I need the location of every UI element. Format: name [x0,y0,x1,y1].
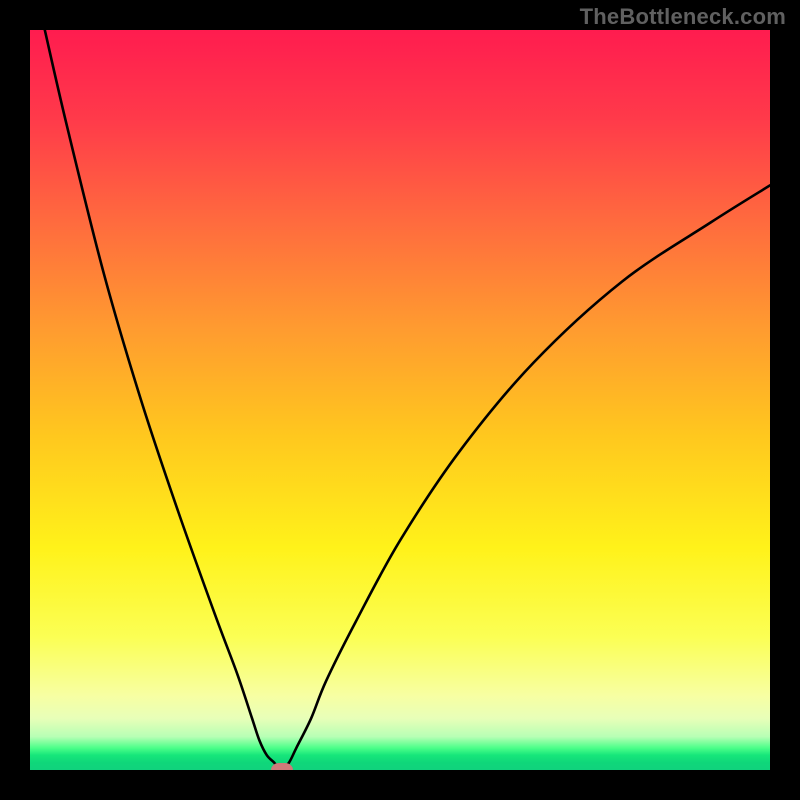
plot-area [30,30,770,770]
bottleneck-marker [271,763,293,770]
chart-frame: TheBottleneck.com [0,0,800,800]
curve-right-segment [282,185,770,770]
curve-left-segment [45,30,282,770]
bottleneck-curve [30,30,770,770]
watermark-text: TheBottleneck.com [580,4,786,30]
